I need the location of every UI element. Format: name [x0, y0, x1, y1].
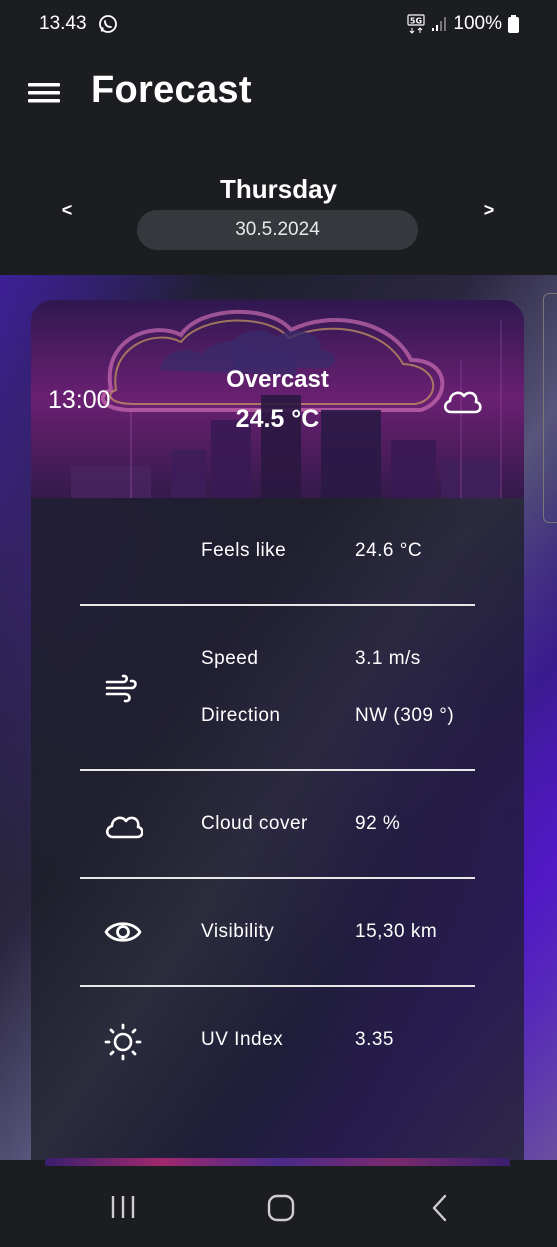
divider: [80, 604, 475, 606]
uv-index-row: UV Index 3.35: [31, 1029, 524, 1059]
feels-like-label: Feels like: [201, 540, 287, 561]
signal-icon: [432, 17, 447, 31]
forecast-card: 13:00 Overcast 24.5 °C Feels like 24.6 °…: [31, 300, 524, 1160]
hamburger-menu-icon[interactable]: [28, 81, 60, 105]
network-5g-icon: 5G: [407, 14, 425, 34]
cloud-cover-label: Cloud cover: [201, 813, 308, 834]
whatsapp-icon: [99, 15, 117, 33]
status-time: 13.43: [39, 13, 87, 34]
date-picker-button[interactable]: 30.5.2024: [137, 210, 418, 250]
divider: [80, 877, 475, 879]
forecast-list[interactable]: 13:00 Overcast 24.5 °C Feels like 24.6 °…: [0, 275, 557, 1160]
previous-day-button[interactable]: <: [55, 200, 79, 221]
home-icon[interactable]: [267, 1194, 295, 1222]
status-indicators: 5G 100%: [407, 13, 519, 35]
page-title: Forecast: [91, 69, 252, 111]
wind-speed-row: Speed 3.1 m/s: [31, 648, 524, 678]
forecast-card-header: 13:00 Overcast 24.5 °C: [31, 300, 524, 498]
wind-direction-value: NW (309 °): [355, 705, 455, 726]
date-navigator: Thursday < > 30.5.2024: [0, 170, 557, 260]
cloud-cover-value: 92 %: [355, 813, 401, 834]
feels-like-value: 24.6 °C: [355, 540, 423, 561]
status-bar: 13.43 5G 100%: [0, 0, 557, 50]
wind-direction-label: Direction: [201, 705, 281, 726]
app-bar: Forecast: [0, 60, 557, 124]
back-icon[interactable]: [430, 1194, 448, 1222]
next-day-button[interactable]: >: [477, 200, 501, 221]
visibility-value: 15,30 km: [355, 921, 438, 942]
cloud-icon: [443, 391, 482, 414]
visibility-row: Visibility 15,30 km: [31, 921, 524, 951]
day-name: Thursday: [219, 174, 338, 204]
uv-index-label: UV Index: [201, 1029, 284, 1050]
battery-icon: [508, 15, 519, 33]
wind-speed-label: Speed: [201, 648, 259, 669]
wind-speed-value: 3.1 m/s: [355, 648, 421, 669]
divider: [80, 985, 475, 987]
next-forecast-card[interactable]: [45, 1158, 510, 1166]
cloud-cover-row: Cloud cover 92 %: [31, 813, 524, 843]
divider: [80, 769, 475, 771]
scrollbar-thumb[interactable]: [543, 293, 557, 523]
wind-icon: [105, 674, 137, 703]
recents-icon[interactable]: [110, 1194, 138, 1220]
wind-direction-row: Direction NW (309 °): [31, 705, 524, 735]
system-nav-bar: [0, 1166, 557, 1247]
visibility-label: Visibility: [201, 921, 275, 942]
uv-index-value: 3.35: [355, 1029, 394, 1050]
battery-percent: 100%: [453, 13, 502, 34]
feels-like-row: Feels like 24.6 °C: [31, 540, 524, 570]
svg-text:5G: 5G: [410, 17, 422, 26]
